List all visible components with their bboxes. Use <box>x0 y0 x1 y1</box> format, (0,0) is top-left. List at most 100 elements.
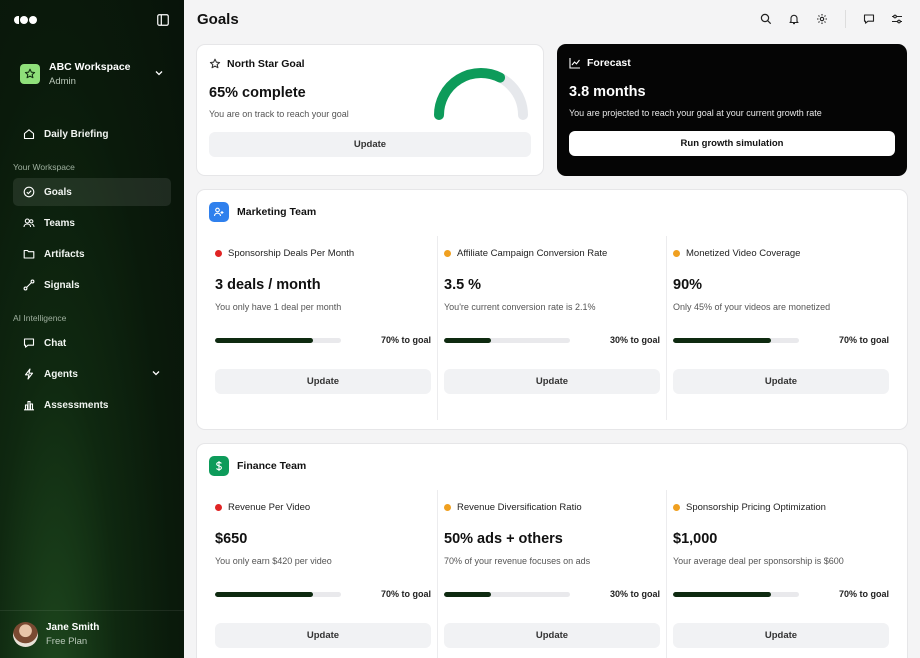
sidebar-item-agents[interactable]: Agents <box>13 360 171 388</box>
progress-fill <box>673 591 772 597</box>
progress-bar <box>444 337 570 343</box>
workspace-nav: Goals Teams Artifacts Signals <box>0 178 184 299</box>
metric-card: Sponsorship Pricing Optimization $1,000 … <box>667 490 895 658</box>
update-button[interactable]: Update <box>215 369 431 394</box>
users-icon <box>23 217 35 229</box>
lightning-icon <box>23 368 35 380</box>
team-name: Marketing Team <box>237 206 317 218</box>
team-header: Marketing Team <box>209 202 895 222</box>
workspace-switcher[interactable]: ABC Workspace Admin <box>12 50 172 98</box>
user-name: Jane Smith <box>46 622 100 633</box>
progress-fill <box>444 591 491 597</box>
card-title: North Star Goal <box>227 58 305 70</box>
metric-card: Monetized Video Coverage 90% Only 45% of… <box>667 236 895 420</box>
metric-value: $1,000 <box>673 531 718 547</box>
update-button[interactable]: Update <box>215 623 431 648</box>
metric-value: 3 deals / month <box>215 277 321 293</box>
sidebar-item-artifacts[interactable]: Artifacts <box>13 240 171 268</box>
home-icon <box>23 128 35 140</box>
metric-value: 90% <box>673 277 703 293</box>
forecast-card: Forecast 3.8 months You are projected to… <box>557 44 907 176</box>
metric-subtitle: Your average deal per sponsorship is $60… <box>673 556 844 566</box>
card-header: Forecast <box>569 56 895 70</box>
chevron-down-icon <box>154 67 164 81</box>
user-plan: Free Plan <box>46 636 88 647</box>
bell-icon[interactable] <box>783 8 805 30</box>
team-header: Finance Team <box>209 456 895 476</box>
progress-fill <box>444 337 491 343</box>
gear-icon[interactable] <box>811 8 833 30</box>
workspace-name: ABC Workspace <box>49 61 131 73</box>
update-button[interactable]: Update <box>444 623 660 648</box>
update-button[interactable]: Update <box>209 132 531 157</box>
app: ABC Workspace Admin Daily Briefing Your … <box>0 0 920 658</box>
progress-fill <box>215 337 314 343</box>
header-actions <box>755 8 908 30</box>
dollar-icon <box>209 456 229 476</box>
status-dot <box>444 250 451 257</box>
metrics-row: Sponsorship Deals Per Month 3 deals / mo… <box>209 236 895 420</box>
folder-icon <box>23 248 35 260</box>
chat-icon <box>23 337 35 349</box>
metric-value: 3.5 % <box>444 277 482 293</box>
main-content: Goals North Star Goal 65% complete You a… <box>184 0 920 658</box>
trend-chart-icon <box>569 57 581 69</box>
chevron-down-icon[interactable] <box>151 368 161 381</box>
primary-nav: Daily Briefing <box>0 120 184 148</box>
sidebar: ABC Workspace Admin Daily Briefing Your … <box>0 0 184 658</box>
header: Goals <box>196 0 908 38</box>
workspace-star-icon <box>20 64 40 84</box>
status-dot <box>215 504 222 511</box>
metric-title: Revenue Diversification Ratio <box>457 502 582 513</box>
metric-title: Monetized Video Coverage <box>686 248 801 259</box>
sidebar-item-assessments[interactable]: Assessments <box>13 391 171 419</box>
update-button[interactable]: Update <box>444 369 660 394</box>
status-dot <box>673 250 680 257</box>
update-button[interactable]: Update <box>673 369 889 394</box>
ai-nav: Chat Agents Assessments <box>0 329 184 419</box>
sidebar-item-chat[interactable]: Chat <box>13 329 171 357</box>
team-name: Finance Team <box>237 460 307 472</box>
section-label-ai: AI Intelligence <box>13 313 67 323</box>
sidebar-item-goals[interactable]: Goals <box>13 178 171 206</box>
metrics-row: Revenue Per Video $650 You only earn $42… <box>209 490 895 658</box>
forecast-value: 3.8 months <box>569 84 646 100</box>
sidebar-item-signals[interactable]: Signals <box>13 271 171 299</box>
message-icon[interactable] <box>858 8 880 30</box>
search-icon[interactable] <box>755 8 777 30</box>
metric-title: Sponsorship Deals Per Month <box>228 248 355 259</box>
goal-label: 70% to goal <box>838 335 889 345</box>
sidebar-item-teams[interactable]: Teams <box>13 209 171 237</box>
status-dot <box>215 250 222 257</box>
progress-fill <box>215 591 314 597</box>
sidebar-item-label: Teams <box>44 217 75 229</box>
north-star-card: North Star Goal 65% complete You are on … <box>196 44 544 176</box>
update-button[interactable]: Update <box>673 623 889 648</box>
metric-subtitle: You're current conversion rate is 2.1% <box>444 302 596 312</box>
status-dot <box>673 504 680 511</box>
user-profile[interactable]: Jane Smith Free Plan <box>0 610 184 658</box>
filter-icon[interactable] <box>886 8 908 30</box>
status-dot <box>444 504 451 511</box>
app-logo[interactable] <box>14 16 37 24</box>
metric-value: 50% ads + others <box>444 531 563 547</box>
bar-chart-icon <box>23 399 35 411</box>
workspace-role: Admin <box>49 76 76 87</box>
toggle-sidebar-icon[interactable] <box>156 13 170 27</box>
metric-card: Affiliate Campaign Conversion Rate 3.5 %… <box>438 236 667 420</box>
sidebar-item-label: Assessments <box>44 399 109 411</box>
sidebar-item-daily-briefing[interactable]: Daily Briefing <box>13 120 171 148</box>
metric-subtitle: You only earn $420 per video <box>215 556 332 566</box>
goal-label: 70% to goal <box>380 589 431 599</box>
star-icon <box>209 58 221 70</box>
metric-title: Sponsorship Pricing Optimization <box>686 502 826 513</box>
sidebar-item-label: Chat <box>44 337 67 349</box>
run-simulation-button[interactable]: Run growth simulation <box>569 131 895 156</box>
progress-gauge <box>434 68 528 120</box>
team-card-finance: Finance Team Revenue Per Video $650 You … <box>196 443 908 658</box>
team-card-marketing: Marketing Team Sponsorship Deals Per Mon… <box>196 189 908 430</box>
metric-title: Affiliate Campaign Conversion Rate <box>457 248 608 259</box>
sidebar-item-label: Artifacts <box>44 248 85 260</box>
signal-icon <box>23 279 35 291</box>
sidebar-item-label: Signals <box>44 279 80 291</box>
